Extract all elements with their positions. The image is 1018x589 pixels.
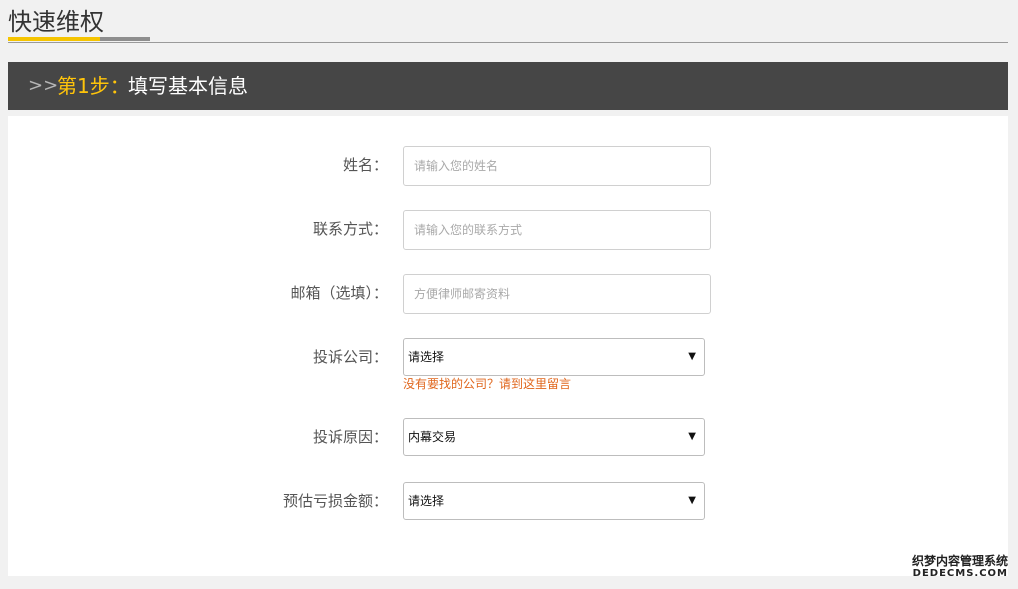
reason-select-value: 内幕交易: [408, 430, 457, 444]
step-title: 填写基本信息: [128, 74, 248, 98]
email-input[interactable]: [403, 274, 711, 314]
caret-down-icon: ▼: [688, 431, 696, 442]
watermark-line2: DEDECMS.COM: [912, 568, 1008, 579]
title-secondary-underline: [100, 37, 150, 41]
loss-select[interactable]: 请选择 ▼: [403, 482, 705, 520]
watermark-line1: 织梦内容管理系统: [911, 554, 1008, 568]
step-bar: >> 第1步： 填写基本信息: [8, 62, 1008, 110]
watermark: 织梦内容管理系统 DEDECMS.COM: [912, 554, 1008, 580]
reason-select[interactable]: 内幕交易 ▼: [403, 418, 705, 456]
step-number: 第1步：: [57, 74, 130, 98]
name-input[interactable]: [403, 146, 711, 186]
company-label: 投诉公司：: [312, 348, 388, 366]
caret-down-icon: ▼: [688, 495, 696, 506]
caret-down-icon: ▼: [688, 351, 696, 362]
company-help-link[interactable]: 没有要找的公司？请到这里留言: [403, 376, 571, 392]
page-title: 快速维权: [8, 8, 104, 36]
contact-input[interactable]: [403, 210, 711, 250]
company-select[interactable]: 请选择 ▼: [403, 338, 705, 376]
loss-select-value: 请选择: [408, 494, 445, 508]
loss-label: 预估亏损金额：: [282, 492, 388, 510]
page-header: 快速维权: [8, 0, 1008, 43]
step-arrows-icon: >>: [28, 75, 59, 96]
form-panel: 姓名： 联系方式： 邮箱（选填）： 投诉公司： 请选择 ▼ 没有要找的公司？请到…: [8, 116, 1008, 576]
email-label: 邮箱（选填）：: [290, 284, 388, 302]
title-accent-underline: [8, 37, 100, 41]
reason-label: 投诉原因：: [312, 428, 388, 446]
contact-label: 联系方式：: [312, 220, 388, 238]
company-select-value: 请选择: [408, 350, 445, 364]
name-label: 姓名：: [342, 156, 388, 174]
